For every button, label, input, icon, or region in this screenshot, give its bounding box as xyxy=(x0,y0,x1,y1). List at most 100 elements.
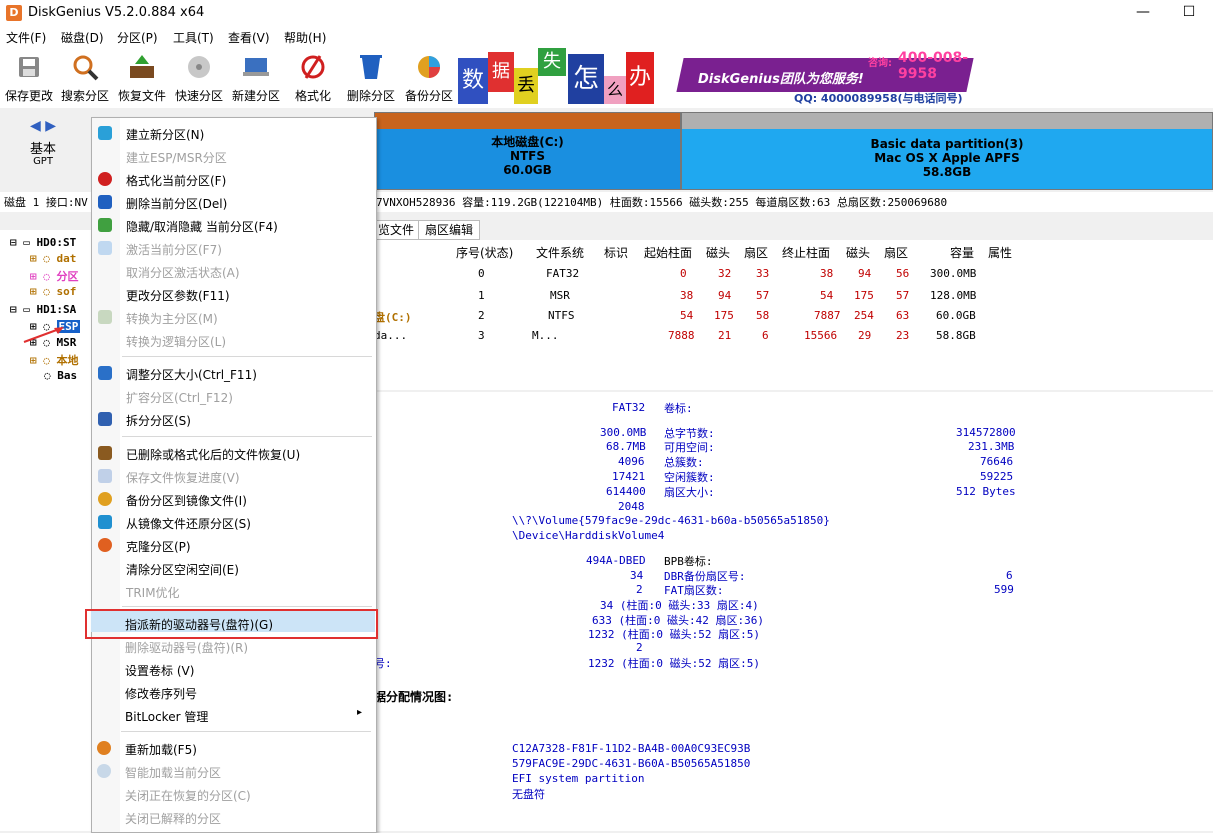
menu-item-create-esp-msr[interactable]: 建立ESP/MSR分区 xyxy=(92,145,376,167)
toolbar-label: 新建分区 xyxy=(231,89,280,103)
menu-item-activate[interactable]: 激活当前分区(F7) xyxy=(92,237,376,259)
menu-item-extend[interactable]: 扩容分区(Ctrl_F12) xyxy=(92,385,376,407)
menu-item-clone[interactable]: 克隆分区(P) xyxy=(92,534,376,556)
toolbar-label: 保存更改 xyxy=(4,89,53,103)
banner-phone-label: 咨询: xyxy=(868,58,892,69)
menu-item-change-params[interactable]: 更改分区参数(F11) xyxy=(92,283,376,305)
menu-item-change-serial[interactable]: 修改卷序列号 xyxy=(91,681,375,703)
arrow-right-icon[interactable]: ▶ xyxy=(45,118,56,134)
quick-partition-button[interactable]: 快速分区 xyxy=(172,50,226,106)
menu-item-close-recovering[interactable]: 关闭正在恢复的分区(C) xyxy=(91,783,375,805)
format-button[interactable]: 格式化 xyxy=(290,50,336,106)
tab-bar: 览文件 扇区编辑 xyxy=(372,218,1213,240)
menu-file[interactable]: 文件(F) xyxy=(6,29,46,46)
menu-item-trim[interactable]: TRIM优化 xyxy=(92,580,376,602)
menu-partition[interactable]: 分区(P) xyxy=(117,29,158,46)
banner-char: 么 xyxy=(604,76,626,104)
disk-type-basic: 基本 xyxy=(30,142,57,157)
banner-char: 数 xyxy=(458,58,488,104)
tree-node[interactable]: ⊞ ◌ 本地 xyxy=(30,352,79,368)
tree-node[interactable]: ⊞ ◌ 分区 xyxy=(30,268,79,284)
save-icon xyxy=(19,57,39,77)
detail-value: 512 Bytes xyxy=(956,485,1016,498)
disk-nav-arrows[interactable]: ◀ ▶ xyxy=(30,118,56,134)
menu-item-reload[interactable]: 重新加载(F5) xyxy=(91,737,375,759)
volume-path: \\?\Volume{579fac9e-29dc-4631-b60a-b5056… xyxy=(512,514,830,527)
partition-fs: Mac OS X Apple APFS xyxy=(874,151,1020,165)
delete-partition-button[interactable]: 删除分区 xyxy=(344,50,398,106)
toolbar-label: 删除分区 xyxy=(346,89,395,103)
table-row[interactable]: da... 3 M... 7888 21 6 15566 29 23 58.8G… xyxy=(374,326,1213,346)
detail-value: 231.3MB xyxy=(968,440,1015,453)
menu-item-restore-image[interactable]: 从镜像文件还原分区(S) xyxy=(92,511,376,533)
menu-separator xyxy=(121,731,371,732)
partition-details: FAT32 卷标: 300.0MB 68.7MB 4096 17421 6144… xyxy=(374,392,1213,831)
partition-block-apfs[interactable]: Basic data partition(3) Mac OS X Apple A… xyxy=(681,112,1213,190)
menu-item-to-primary[interactable]: 转换为主分区(M) xyxy=(92,306,376,328)
highlight-annotation-box xyxy=(85,609,378,639)
title-bar: D DiskGenius V5.2.0.884 x64 — ☐ xyxy=(0,0,1213,26)
menu-item-format[interactable]: 格式化当前分区(F) xyxy=(92,168,376,190)
tree-node[interactable]: ◌ Bas xyxy=(44,369,77,382)
tree-node[interactable]: ⊞ ◌ sof xyxy=(30,285,76,298)
detail-label: 空闲簇数: xyxy=(664,471,715,484)
detail-value: 34 xyxy=(630,569,644,582)
menu-help[interactable]: 帮助(H) xyxy=(284,29,326,46)
search-partition-button[interactable]: 搜索分区 xyxy=(58,50,112,106)
disk-info-prefix: 磁盘 1 接口:NV xyxy=(4,196,88,209)
menu-bar: 文件(F) 磁盘(D) 分区(P) 工具(T) 查看(V) 帮助(H) xyxy=(0,26,1213,48)
table-row[interactable]: 盘(C:) 2 NTFS 54 175 58 7887 254 63 60.0G… xyxy=(374,306,1213,326)
menu-tools[interactable]: 工具(T) xyxy=(173,29,214,46)
partition-block-c[interactable]: 本地磁盘(C:) NTFS 60.0GB xyxy=(374,112,681,190)
banner-char: 据 xyxy=(488,52,514,92)
menu-item-set-volume-label[interactable]: 设置卷标 (V) xyxy=(91,658,375,680)
menu-item-to-logical[interactable]: 转换为逻辑分区(L) xyxy=(92,329,376,351)
menu-item-wipe-free[interactable]: 清除分区空闲空间(E) xyxy=(92,557,376,579)
col-header: 扇区 xyxy=(744,246,769,260)
menu-item-file-recovery[interactable]: 已删除或格式化后的文件恢复(U) xyxy=(92,442,376,464)
save-changes-button[interactable]: 保存更改 xyxy=(2,50,56,106)
table-row[interactable]: 1 MSR 38 94 57 54 175 57 128.0MB xyxy=(374,286,1213,306)
detail-value: 300.0MB xyxy=(600,426,647,439)
disk-tree: ⊟ ▭ HD0:ST ⊞ ◌ dat ⊞ ◌ 分区 ⊞ ◌ sof ⊟ ▭ HD… xyxy=(0,230,93,831)
table-row[interactable]: 0 FAT32 0 32 33 38 94 56 300.0MB xyxy=(374,264,1213,284)
arrow-left-icon[interactable]: ◀ xyxy=(30,118,41,134)
detail-label: 扇区大小: xyxy=(664,486,715,499)
disk-info-text: 7VNXOH528936 容量:119.2GB(122104MB) 柱面数:15… xyxy=(376,196,948,209)
menu-item-deactivate[interactable]: 取消分区激活状态(A) xyxy=(92,260,376,282)
col-header: 属性 xyxy=(988,246,1013,260)
menu-item-delete[interactable]: 删除当前分区(Del) xyxy=(92,191,376,213)
guid-line: 579FAC9E-29DC-4631-B60A-B50565A51850 xyxy=(512,757,751,770)
window-title: DiskGenius V5.2.0.884 x64 xyxy=(28,5,205,20)
disk-icon xyxy=(188,56,210,78)
tree-node-hd0[interactable]: ⊟ ▭ HD0:ST xyxy=(10,236,76,249)
menu-view[interactable]: 查看(V) xyxy=(228,29,270,46)
banner-qq: QQ: 4000089958(与电话同号) xyxy=(794,92,963,105)
menu-item-new-partition[interactable]: 建立新分区(N) xyxy=(92,122,376,144)
detail-value: 494A-DBED xyxy=(586,554,646,567)
toolbar-label: 搜索分区 xyxy=(60,89,109,103)
context-menu-lower: 指派新的驱动器号(盘符)(G) 删除驱动器号(盘符)(R) 设置卷标 (V) 修… xyxy=(91,610,375,831)
menu-item-backup-image[interactable]: 备份分区到镜像文件(I) xyxy=(92,488,376,510)
menu-item-bitlocker[interactable]: BitLocker 管理 ▸ xyxy=(91,704,375,726)
maximize-button[interactable]: ☐ xyxy=(1166,2,1212,24)
menu-item-close-interpreted[interactable]: 关闭已解释的分区 xyxy=(91,806,375,828)
tab-sector-edit[interactable]: 扇区编辑 xyxy=(418,220,481,240)
menu-disk[interactable]: 磁盘(D) xyxy=(61,29,104,46)
tree-node-hd1[interactable]: ⊟ ▭ HD1:SA xyxy=(10,303,76,316)
minimize-button[interactable]: — xyxy=(1120,2,1166,24)
menu-item-save-progress[interactable]: 保存文件恢复进度(V) xyxy=(92,465,376,487)
menu-item-smart-load[interactable]: 智能加载当前分区 xyxy=(91,760,375,782)
detail-label: BPB卷标: xyxy=(664,555,713,568)
menu-item-split[interactable]: 拆分分区(S) xyxy=(92,408,376,430)
col-header: 磁头 xyxy=(706,246,731,260)
tab-browse-files[interactable]: 览文件 xyxy=(372,220,422,240)
ad-banner[interactable]: 数 据 丢 失 怎 么 办 DiskGenius团队为您服务! 咨询: 400-… xyxy=(458,48,978,106)
menu-item-hide[interactable]: 隐藏/取消隐藏 当前分区(F4) xyxy=(92,214,376,236)
tree-node[interactable]: ⊞ ◌ dat xyxy=(30,252,76,265)
menu-item-resize[interactable]: 调整分区大小(Ctrl_F11) xyxy=(92,362,376,384)
toolbar-label: 备份分区 xyxy=(404,89,453,103)
new-partition-button[interactable]: 新建分区 xyxy=(228,50,284,106)
recover-files-button[interactable]: 恢复文件 xyxy=(114,50,170,106)
backup-partition-button[interactable]: 备份分区 xyxy=(402,50,456,106)
